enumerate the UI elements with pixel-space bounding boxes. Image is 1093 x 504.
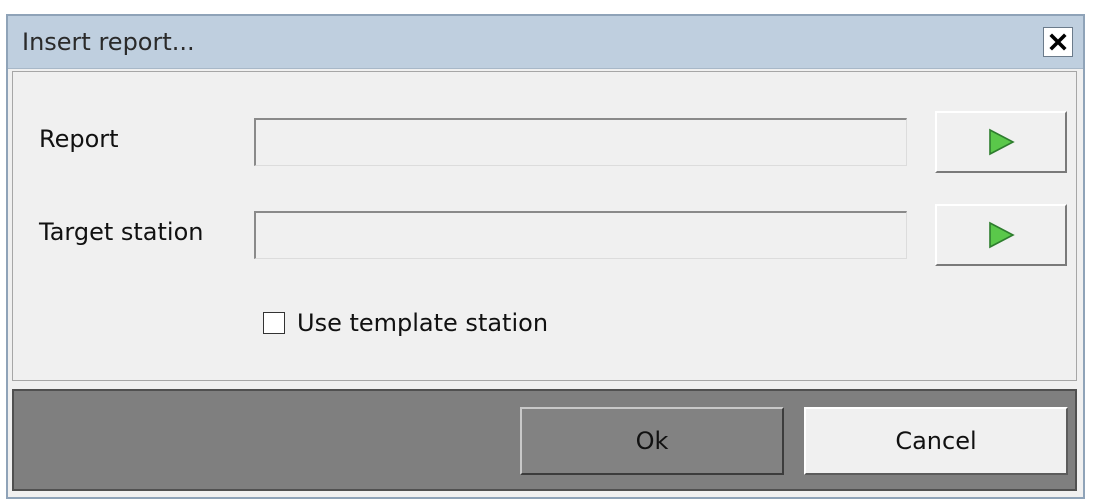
close-button[interactable] bbox=[1043, 27, 1073, 57]
play-arrow-icon bbox=[989, 221, 1015, 249]
ok-button[interactable]: Ok bbox=[520, 407, 784, 475]
dialog-titlebar[interactable]: Insert report... bbox=[8, 16, 1083, 69]
target-station-label: Target station bbox=[39, 218, 204, 246]
dialog-content: Report Target station Use template stati… bbox=[12, 71, 1077, 381]
use-template-station-option[interactable]: Use template station bbox=[263, 309, 548, 337]
dialog-footer: Ok Cancel bbox=[12, 389, 1077, 491]
target-station-input[interactable] bbox=[254, 211, 907, 259]
dialog-title: Insert report... bbox=[22, 28, 195, 56]
play-arrow-icon bbox=[989, 128, 1015, 156]
insert-report-dialog: Insert report... Report Target station U… bbox=[6, 14, 1085, 499]
cancel-button[interactable]: Cancel bbox=[804, 407, 1068, 475]
report-input[interactable] bbox=[254, 118, 907, 166]
close-icon bbox=[1049, 33, 1067, 51]
target-station-browse-button[interactable] bbox=[935, 204, 1067, 266]
report-label: Report bbox=[39, 125, 119, 153]
report-browse-button[interactable] bbox=[935, 111, 1067, 173]
use-template-station-label[interactable]: Use template station bbox=[297, 309, 548, 337]
use-template-station-checkbox[interactable] bbox=[263, 312, 285, 334]
